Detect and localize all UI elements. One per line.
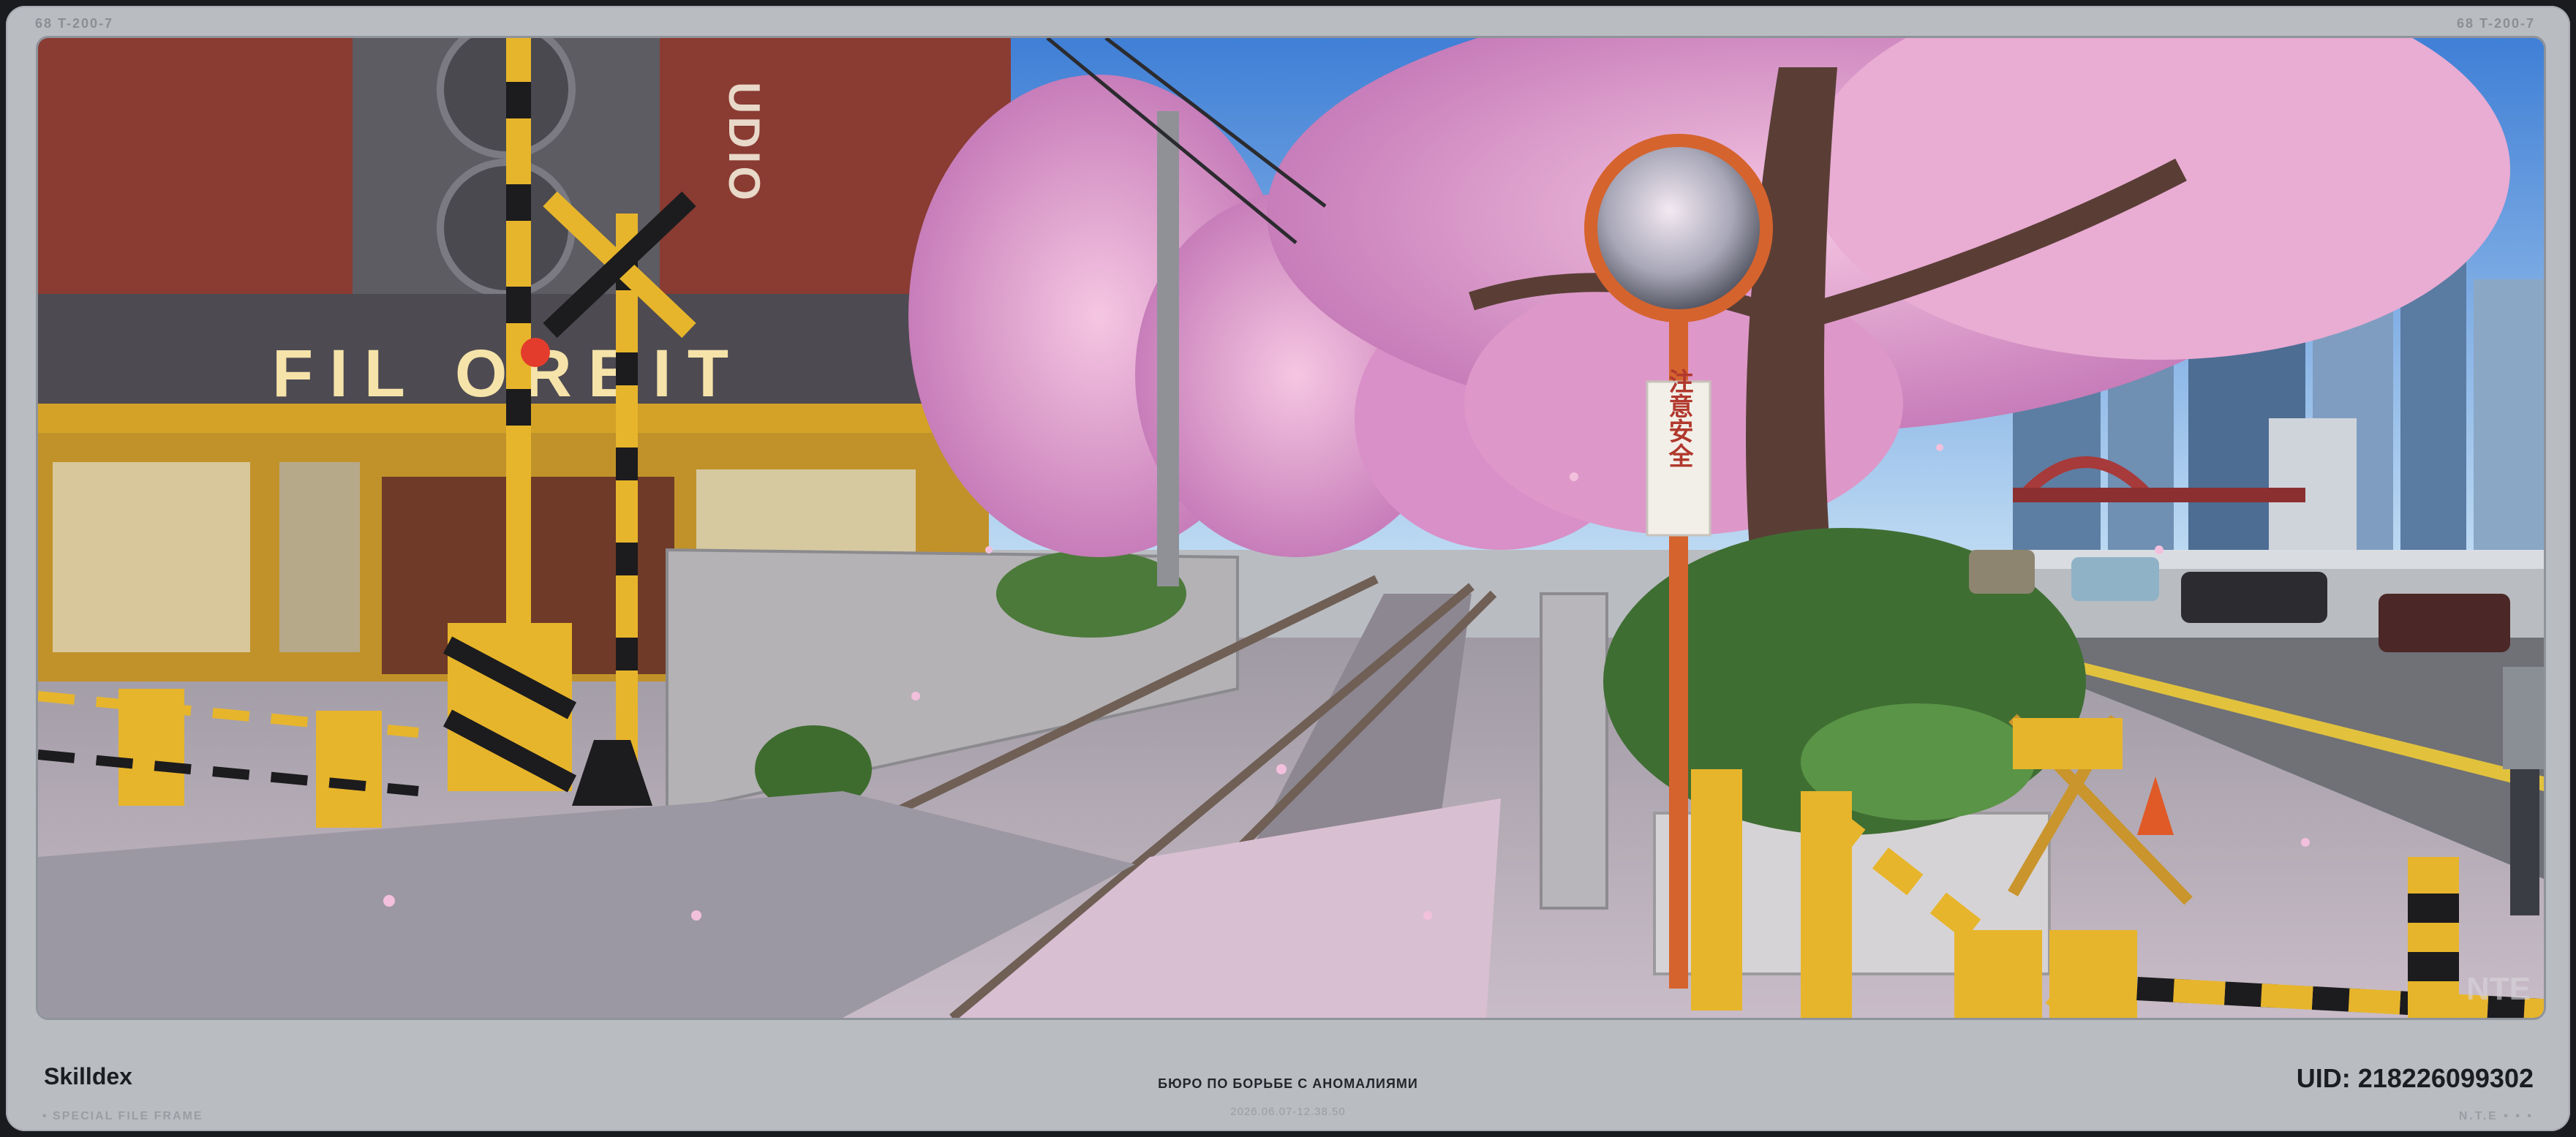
game-scene-viewport: FIL ORBIT UDIO 注意安全 NTE (38, 38, 2544, 1018)
watermark: NTE (2466, 971, 2531, 1007)
footer-brand: N.T.E • • • (2458, 1110, 2534, 1122)
footer-timestamp: 2026.06.07-12.38.50 (1230, 1106, 1346, 1118)
studio-sign: UDIO (720, 82, 769, 203)
corner-label-right: 68 T-200-7 (2456, 16, 2535, 31)
pole-sign: 注意安全 (1665, 369, 1694, 468)
cherry-blossom-rail-scene: FIL ORBIT UDIO 注意安全 NTE (38, 38, 2544, 1018)
footer-center-title: БЮРО ПО БОРЬБЕ С АНОМАЛИЯМИ (1158, 1076, 1418, 1091)
utility-pole (1157, 111, 1179, 586)
stone-post (1540, 592, 1608, 910)
footer-uid: UID: 21822609930​2 (2296, 1063, 2534, 1093)
corner-label-left: 68 T-200-7 (35, 16, 114, 31)
screenshot-frame: 68 T-200-7 68 T-200-7 FIL ORBIT UDIO 注意安… (6, 6, 2570, 1131)
